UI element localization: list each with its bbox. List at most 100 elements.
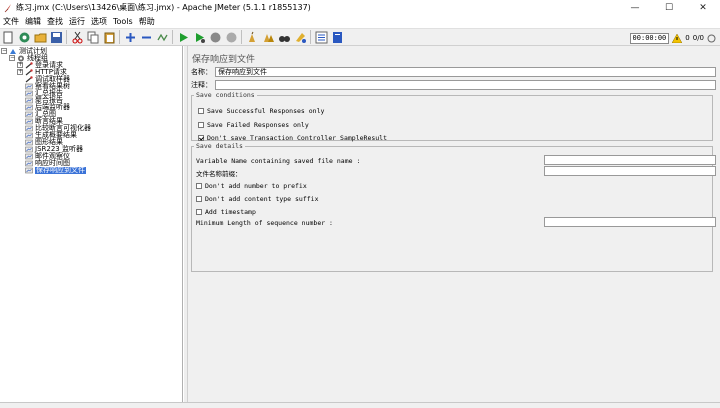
listener-icon xyxy=(25,132,33,139)
comment-input[interactable] xyxy=(215,80,716,90)
shutdown-icon xyxy=(226,32,236,42)
maximize-button[interactable]: ☐ xyxy=(652,0,686,15)
stop-button[interactable] xyxy=(207,29,223,45)
listener-icon xyxy=(25,153,33,160)
help-button[interactable] xyxy=(329,29,345,45)
broom-icon xyxy=(248,31,255,42)
comment-row: 注释： xyxy=(191,80,716,90)
variable-name-input[interactable] xyxy=(544,155,716,165)
toggle-button[interactable] xyxy=(154,29,170,45)
open-button[interactable] xyxy=(32,29,48,45)
elapsed-timer: 00:00:00 xyxy=(629,32,670,44)
expand-all-button[interactable] xyxy=(122,29,138,45)
dont-add-content-type-option[interactable]: Don't add content type suffix xyxy=(196,194,319,203)
name-input[interactable]: 保存响应到文件 xyxy=(215,67,716,77)
close-button[interactable]: ✕ xyxy=(686,0,720,15)
function-helper-button[interactable] xyxy=(313,29,329,45)
cut-icon xyxy=(72,31,82,43)
name-label: 名称： xyxy=(191,68,212,76)
reset-search-icon xyxy=(295,32,306,43)
warning-icon[interactable] xyxy=(672,33,683,43)
save-conditions-legend: Save conditions xyxy=(196,91,255,99)
toggle-icon xyxy=(156,33,168,41)
save-icon xyxy=(50,31,62,43)
dont-add-content-type-checkbox[interactable] xyxy=(196,195,202,202)
variable-name-label: Variable Name containing saved file name… xyxy=(196,157,361,165)
menu-run[interactable]: 运行 xyxy=(66,16,88,27)
templates-button[interactable] xyxy=(16,29,32,45)
copy-icon xyxy=(87,31,98,43)
plus-icon xyxy=(125,32,135,42)
list-icon xyxy=(315,31,327,43)
new-button[interactable] xyxy=(0,29,16,45)
menu-tools[interactable]: Tools xyxy=(110,17,136,26)
add-timestamp-option[interactable]: Add timestamp xyxy=(196,207,256,216)
dont-add-number-option[interactable]: Don't add number to prefix xyxy=(196,181,307,190)
sampler-icon xyxy=(25,69,33,76)
add-timestamp-checkbox[interactable] xyxy=(196,208,202,215)
expand-thread-group-icon[interactable]: − xyxy=(9,55,15,61)
listener-icon xyxy=(25,97,33,104)
open-folder-icon xyxy=(34,33,46,42)
filename-prefix-input[interactable] xyxy=(544,166,716,176)
search-button[interactable] xyxy=(276,29,292,45)
save-successful-option[interactable]: Save Successful Responses only xyxy=(198,106,324,115)
listener-icon xyxy=(25,146,33,153)
clear-button[interactable] xyxy=(244,29,260,45)
warning-count: 0 xyxy=(685,34,690,42)
play-no-pause-icon xyxy=(195,32,205,43)
thread-count: 0/0 xyxy=(692,34,704,42)
start-no-timers-button[interactable] xyxy=(191,29,207,45)
listener-icon xyxy=(25,83,33,90)
expand-http-request-icon[interactable]: + xyxy=(17,69,23,75)
test-plan-tree: − 测试计划 − 线程组 + 登录请求 + HTTP请求 调试取样器 察看结果树… xyxy=(0,46,183,402)
reset-search-button[interactable] xyxy=(292,29,308,45)
collapse-all-button[interactable] xyxy=(138,29,154,45)
paste-button[interactable] xyxy=(101,29,117,45)
save-failed-checkbox[interactable] xyxy=(198,121,204,128)
expand-test-plan-icon[interactable]: − xyxy=(1,48,7,54)
sampler-icon xyxy=(25,76,33,83)
listener-icon xyxy=(25,167,33,174)
page-title: 保存响应到文件 xyxy=(192,55,256,65)
menu-options[interactable]: 选项 xyxy=(88,16,110,27)
tree-item-save-responses-to-file[interactable]: 保存响应到文件 xyxy=(25,167,86,174)
templates-icon xyxy=(19,32,29,42)
copy-button[interactable] xyxy=(85,29,101,45)
element-panel: 保存响应到文件 名称： 保存响应到文件 注释： Save conditions … xyxy=(188,46,720,402)
save-details-legend: Save details xyxy=(196,142,243,150)
menu-search[interactable]: 查找 xyxy=(44,16,66,27)
dont-save-transaction-option[interactable]: Don't save Transaction Controller Sample… xyxy=(198,133,387,142)
listener-icon xyxy=(25,90,33,97)
min-length-input[interactable] xyxy=(544,217,716,227)
paste-icon xyxy=(104,32,114,43)
status-indicator-icon xyxy=(707,34,716,42)
save-successful-checkbox[interactable] xyxy=(198,107,204,114)
comment-label: 注释： xyxy=(191,81,212,89)
save-failed-option[interactable]: Save Failed Responses only xyxy=(198,120,309,129)
sampler-icon xyxy=(25,62,33,69)
menu-edit[interactable]: 编辑 xyxy=(22,16,44,27)
save-button[interactable] xyxy=(48,29,64,45)
listener-icon xyxy=(25,125,33,132)
listener-icon xyxy=(25,118,33,125)
save-conditions-group: Save conditions Save Successful Response… xyxy=(191,91,713,142)
menu-file[interactable]: 文件 xyxy=(0,16,22,27)
save-details-group: Save details Variable Name containing sa… xyxy=(191,142,716,272)
start-button[interactable] xyxy=(175,29,191,45)
shutdown-button[interactable] xyxy=(223,29,239,45)
menu-help[interactable]: 帮助 xyxy=(136,16,158,27)
dont-add-number-checkbox[interactable] xyxy=(196,182,202,189)
listener-icon xyxy=(25,160,33,167)
clear-all-button[interactable] xyxy=(260,29,276,45)
title-bar: 练习.jmx (C:\Users\13426\桌面\练习.jmx) - Apac… xyxy=(0,0,720,15)
minimize-button[interactable]: — xyxy=(618,0,652,15)
filename-prefix-label: 文件名称前缀： xyxy=(196,170,242,178)
jmeter-feather-icon xyxy=(4,3,11,12)
status-strip xyxy=(0,402,720,408)
broom-all-icon xyxy=(263,33,274,42)
cut-button[interactable] xyxy=(69,29,85,45)
listener-icon xyxy=(25,139,33,146)
minus-icon xyxy=(141,36,151,38)
dont-save-transaction-checkbox[interactable] xyxy=(198,134,204,141)
